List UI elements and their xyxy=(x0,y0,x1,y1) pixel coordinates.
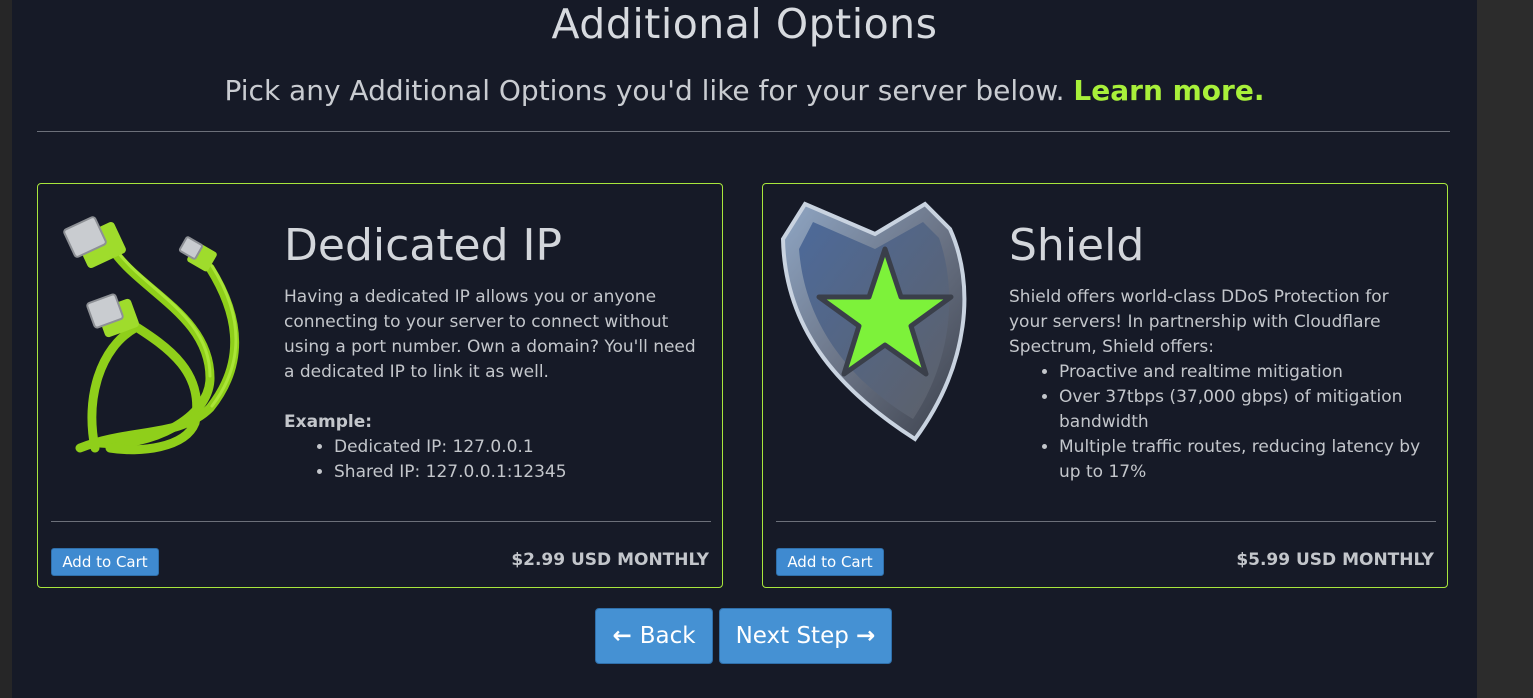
option-description-block: Shield offers world-class DDoS Protectio… xyxy=(1009,285,1429,485)
list-item: Over 37tbps (37,000 gbps) of mitigation … xyxy=(1059,385,1429,435)
option-description: Having a dedicated IP allows you or anyo… xyxy=(284,287,696,382)
list-item: Multiple traffic routes, reducing latenc… xyxy=(1059,435,1429,485)
example-label: Example: xyxy=(284,412,373,432)
add-to-cart-button[interactable]: Add to Cart xyxy=(776,548,884,576)
back-button[interactable]: ← Back xyxy=(595,608,713,664)
option-description-block: Having a dedicated IP allows you or anyo… xyxy=(284,285,704,485)
card-divider xyxy=(776,521,1436,522)
arrow-right-icon: → xyxy=(856,623,876,649)
page-left-edge xyxy=(0,0,12,698)
feature-list: Proactive and realtime mitigation Over 3… xyxy=(1009,360,1429,485)
list-item: Shared IP: 127.0.0.1:12345 xyxy=(334,460,704,485)
option-card-shield: Shield Shield offers world-class DDoS Pr… xyxy=(762,183,1448,588)
back-button-label: Back xyxy=(639,623,696,649)
option-price: $5.99 USD MONTHLY xyxy=(1236,550,1434,570)
option-title: Dedicated IP xyxy=(284,220,563,271)
learn-more-link[interactable]: Learn more. xyxy=(1073,74,1264,107)
arrow-left-icon: ← xyxy=(612,623,640,649)
additional-options-panel: Additional Options Pick any Additional O… xyxy=(12,0,1477,698)
option-description: Shield offers world-class DDoS Protectio… xyxy=(1009,287,1389,357)
option-title: Shield xyxy=(1009,220,1145,271)
header-divider xyxy=(37,131,1450,132)
next-step-button[interactable]: Next Step → xyxy=(719,608,892,664)
add-to-cart-button[interactable]: Add to Cart xyxy=(51,548,159,576)
subtitle-text: Pick any Additional Options you'd like f… xyxy=(224,74,1065,107)
shield-star-icon xyxy=(780,201,967,442)
option-card-dedicated-ip: Dedicated IP Having a dedicated IP allow… xyxy=(37,183,723,588)
option-price: $2.99 USD MONTHLY xyxy=(511,550,709,570)
page-title: Additional Options xyxy=(551,0,938,48)
list-item: Proactive and realtime mitigation xyxy=(1059,360,1429,385)
ethernet-cable-icon xyxy=(63,216,240,455)
example-list: Dedicated IP: 127.0.0.1 Shared IP: 127.0… xyxy=(284,435,704,485)
card-divider xyxy=(51,521,711,522)
list-item: Dedicated IP: 127.0.0.1 xyxy=(334,435,704,460)
page-subtitle: Pick any Additional Options you'd like f… xyxy=(12,72,1477,110)
next-step-button-label: Next Step xyxy=(735,623,849,649)
page-right-edge xyxy=(1477,0,1533,698)
